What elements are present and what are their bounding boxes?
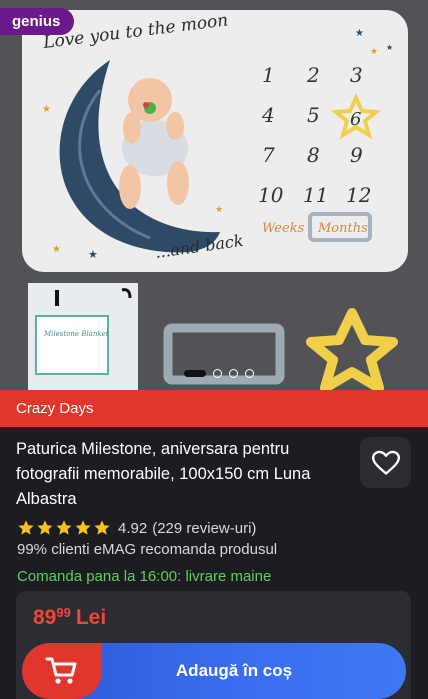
blanket-number: 10 bbox=[258, 183, 284, 207]
svg-text:★: ★ bbox=[52, 244, 61, 255]
svg-text:★: ★ bbox=[386, 43, 393, 52]
blanket-number: 3 bbox=[350, 63, 363, 87]
price-currency: Lei bbox=[75, 606, 107, 629]
carousel-dots[interactable] bbox=[184, 368, 254, 378]
rating-row[interactable]: 4.92 (229 review-uri) bbox=[17, 518, 256, 538]
delivery-info: Comanda pana la 16:00: livrare maine bbox=[17, 568, 272, 585]
product-title: Paturica Milestone, aniversara pentru fo… bbox=[16, 440, 311, 508]
svg-text:★: ★ bbox=[88, 249, 98, 261]
add-to-cart-label: Adaugă în coș bbox=[175, 661, 293, 680]
carousel-dot-active[interactable] bbox=[184, 369, 206, 377]
blanket-number: 9 bbox=[350, 143, 363, 167]
star-icon bbox=[56, 520, 72, 535]
blanket-number: 7 bbox=[262, 143, 275, 167]
star-icon bbox=[18, 520, 34, 535]
star-icon bbox=[75, 520, 91, 535]
carousel-dot[interactable] bbox=[213, 368, 222, 378]
blanket-number: 1 bbox=[262, 63, 275, 87]
rating-stars bbox=[17, 519, 111, 537]
add-to-cart-button[interactable]: Adaugă în coș bbox=[22, 643, 406, 699]
blanket-number: 11 bbox=[303, 183, 328, 207]
blanket-number: 12 bbox=[346, 183, 371, 207]
promo-banner[interactable]: Crazy Days bbox=[0, 390, 428, 427]
recommend-text: 99% clienti eMAG recomanda produsul bbox=[17, 541, 278, 558]
weeks-label: Weeks bbox=[262, 221, 305, 236]
star-frame-prop bbox=[306, 308, 398, 390]
blanket-number: 5 bbox=[307, 103, 320, 127]
package-label: Milestone Blanket bbox=[43, 330, 109, 338]
price-decimals: 99 bbox=[56, 605, 71, 620]
svg-text:★: ★ bbox=[370, 46, 378, 56]
review-count-link[interactable]: (229 review-uri) bbox=[152, 520, 256, 537]
blanket-number: 4 bbox=[261, 103, 275, 127]
heart-icon bbox=[371, 450, 400, 475]
blanket-number: 2 bbox=[306, 63, 320, 87]
price: 89 99 Lei bbox=[33, 605, 106, 631]
product-image-gallery[interactable]: genius ★ ★ ★ ★ ★ ★ ★ Love you to the moo… bbox=[0, 0, 428, 390]
svg-text:★: ★ bbox=[42, 104, 51, 115]
blanket-number: 8 bbox=[307, 143, 320, 167]
genius-badge: genius bbox=[0, 8, 75, 35]
price-integer: 89 bbox=[33, 606, 57, 629]
star-icon bbox=[37, 520, 53, 535]
favorite-button[interactable] bbox=[360, 437, 411, 488]
svg-text:★: ★ bbox=[215, 204, 223, 214]
rating-value: 4.92 bbox=[118, 519, 148, 537]
carousel-dot[interactable] bbox=[245, 368, 254, 378]
star-icon bbox=[94, 520, 110, 535]
carousel-dot[interactable] bbox=[229, 368, 238, 378]
product-image: ★ ★ ★ ★ ★ ★ ★ Love you to the moon ...an… bbox=[22, 10, 408, 390]
months-label: Months bbox=[317, 221, 368, 236]
blanket-number: 6 bbox=[350, 109, 361, 130]
svg-text:★: ★ bbox=[355, 28, 364, 39]
